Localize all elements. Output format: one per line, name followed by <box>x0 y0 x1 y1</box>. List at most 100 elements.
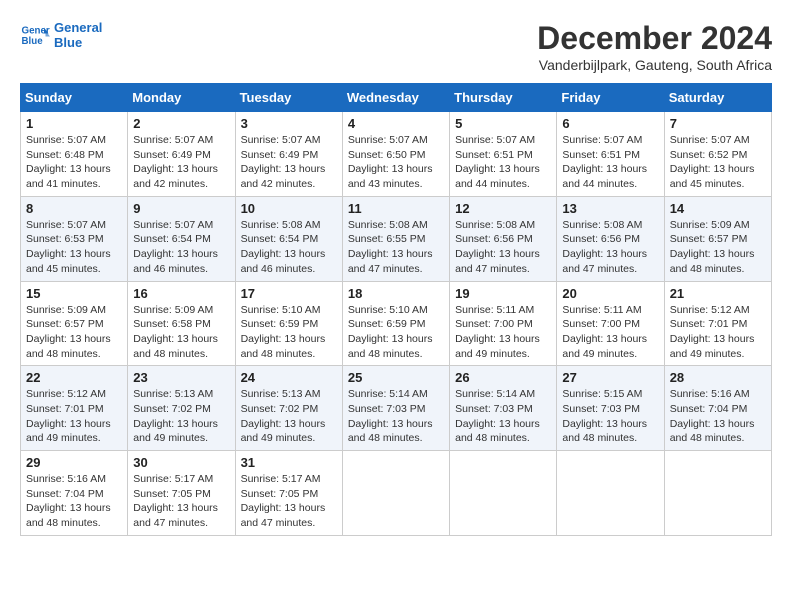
weekday-header-tuesday: Tuesday <box>235 84 342 112</box>
logo-general: General <box>54 20 102 35</box>
calendar-cell: 26Sunrise: 5:14 AMSunset: 7:03 PMDayligh… <box>450 366 557 451</box>
calendar-cell: 2Sunrise: 5:07 AMSunset: 6:49 PMDaylight… <box>128 112 235 197</box>
day-number: 12 <box>455 201 551 216</box>
calendar-cell: 15 Sunrise: 5:09 AMSunset: 6:57 PMDayligh… <box>21 281 128 366</box>
day-info: Sunrise: 5:14 AMSunset: 7:03 PMDaylight:… <box>455 387 551 446</box>
calendar-cell: 21 Sunrise: 5:12 AMSunset: 7:01 PMDayligh… <box>664 281 771 366</box>
weekday-header-friday: Friday <box>557 84 664 112</box>
day-info: Sunrise: 5:08 AMSunset: 6:56 PMDaylight:… <box>455 218 551 277</box>
day-info: Sunrise: 5:10 AMSunset: 6:59 PMDaylight:… <box>241 303 337 362</box>
day-info: Sunrise: 5:12 AMSunset: 7:01 PMDaylight:… <box>670 303 766 362</box>
day-info: Sunrise: 5:14 AMSunset: 7:03 PMDaylight:… <box>348 387 444 446</box>
day-info: Sunrise: 5:15 AMSunset: 7:03 PMDaylight:… <box>562 387 658 446</box>
calendar-cell: 31 Sunrise: 5:17 AMSunset: 7:05 PMDayligh… <box>235 451 342 536</box>
calendar-cell: 19Sunrise: 5:11 AMSunset: 7:00 PMDayligh… <box>450 281 557 366</box>
day-info: Sunrise: 5:13 AMSunset: 7:02 PMDaylight:… <box>133 387 229 446</box>
calendar-cell: 5 Sunrise: 5:07 AMSunset: 6:51 PMDaylight… <box>450 112 557 197</box>
day-number: 31 <box>241 455 337 470</box>
day-info: Sunrise: 5:09 AMSunset: 6:57 PMDaylight:… <box>670 218 766 277</box>
day-number: 15 <box>26 286 122 301</box>
calendar-cell: 8 Sunrise: 5:07 AMSunset: 6:53 PMDaylight… <box>21 196 128 281</box>
day-info: Sunrise: 5:07 AMSunset: 6:49 PMDaylight:… <box>241 133 337 192</box>
day-number: 27 <box>562 370 658 385</box>
location: Vanderbijlpark, Gauteng, South Africa <box>537 57 772 73</box>
week-row-5: 29 Sunrise: 5:16 AMSunset: 7:04 PMDayligh… <box>21 451 772 536</box>
day-info: Sunrise: 5:10 AMSunset: 6:59 PMDaylight:… <box>348 303 444 362</box>
logo-blue: Blue <box>54 35 102 50</box>
calendar-cell: 6 Sunrise: 5:07 AMSunset: 6:51 PMDaylight… <box>557 112 664 197</box>
day-number: 17 <box>241 286 337 301</box>
day-number: 6 <box>562 116 658 131</box>
day-info: Sunrise: 5:11 AMSunset: 7:00 PMDaylight:… <box>562 303 658 362</box>
day-number: 2 <box>133 116 229 131</box>
day-number: 4 <box>348 116 444 131</box>
weekday-header-monday: Monday <box>128 84 235 112</box>
day-number: 8 <box>26 201 122 216</box>
day-info: Sunrise: 5:07 AMSunset: 6:51 PMDaylight:… <box>562 133 658 192</box>
day-number: 18 <box>348 286 444 301</box>
calendar-cell: 30 Sunrise: 5:17 AMSunset: 7:05 PMDayligh… <box>128 451 235 536</box>
calendar-cell: 11 Sunrise: 5:08 AMSunset: 6:55 PMDayligh… <box>342 196 449 281</box>
day-info: Sunrise: 5:09 AMSunset: 6:57 PMDaylight:… <box>26 303 122 362</box>
calendar-cell: 29 Sunrise: 5:16 AMSunset: 7:04 PMDayligh… <box>21 451 128 536</box>
day-number: 5 <box>455 116 551 131</box>
page-header: General Blue General Blue December 2024 … <box>20 20 772 73</box>
day-number: 11 <box>348 201 444 216</box>
day-info: Sunrise: 5:16 AMSunset: 7:04 PMDaylight:… <box>26 472 122 531</box>
day-number: 9 <box>133 201 229 216</box>
calendar-cell: 3Sunrise: 5:07 AMSunset: 6:49 PMDaylight… <box>235 112 342 197</box>
day-info: Sunrise: 5:07 AMSunset: 6:54 PMDaylight:… <box>133 218 229 277</box>
day-info: Sunrise: 5:17 AMSunset: 7:05 PMDaylight:… <box>241 472 337 531</box>
week-row-3: 15 Sunrise: 5:09 AMSunset: 6:57 PMDayligh… <box>21 281 772 366</box>
day-number: 28 <box>670 370 766 385</box>
calendar-cell: 13 Sunrise: 5:08 AMSunset: 6:56 PMDayligh… <box>557 196 664 281</box>
day-info: Sunrise: 5:11 AMSunset: 7:00 PMDaylight:… <box>455 303 551 362</box>
day-number: 25 <box>348 370 444 385</box>
day-number: 21 <box>670 286 766 301</box>
day-number: 7 <box>670 116 766 131</box>
day-info: Sunrise: 5:08 AMSunset: 6:55 PMDaylight:… <box>348 218 444 277</box>
day-number: 13 <box>562 201 658 216</box>
calendar-cell: 27 Sunrise: 5:15 AMSunset: 7:03 PMDayligh… <box>557 366 664 451</box>
calendar-cell: 17 Sunrise: 5:10 AMSunset: 6:59 PMDayligh… <box>235 281 342 366</box>
day-number: 29 <box>26 455 122 470</box>
calendar-cell: 24 Sunrise: 5:13 AMSunset: 7:02 PMDayligh… <box>235 366 342 451</box>
calendar-cell: 18 Sunrise: 5:10 AMSunset: 6:59 PMDayligh… <box>342 281 449 366</box>
calendar-cell <box>664 451 771 536</box>
day-number: 30 <box>133 455 229 470</box>
calendar-cell <box>557 451 664 536</box>
weekday-header-saturday: Saturday <box>664 84 771 112</box>
calendar-cell: 14Sunrise: 5:09 AMSunset: 6:57 PMDayligh… <box>664 196 771 281</box>
month-title: December 2024 <box>537 20 772 57</box>
day-number: 22 <box>26 370 122 385</box>
calendar-cell: 4 Sunrise: 5:07 AMSunset: 6:50 PMDaylight… <box>342 112 449 197</box>
day-info: Sunrise: 5:07 AMSunset: 6:53 PMDaylight:… <box>26 218 122 277</box>
calendar-cell: 1Sunrise: 5:07 AMSunset: 6:48 PMDaylight… <box>21 112 128 197</box>
calendar-cell: 22Sunrise: 5:12 AMSunset: 7:01 PMDayligh… <box>21 366 128 451</box>
day-number: 20 <box>562 286 658 301</box>
day-info: Sunrise: 5:08 AMSunset: 6:54 PMDaylight:… <box>241 218 337 277</box>
svg-text:Blue: Blue <box>22 36 44 47</box>
day-number: 16 <box>133 286 229 301</box>
calendar-cell: 16Sunrise: 5:09 AMSunset: 6:58 PMDayligh… <box>128 281 235 366</box>
calendar-cell: 25 Sunrise: 5:14 AMSunset: 7:03 PMDayligh… <box>342 366 449 451</box>
day-info: Sunrise: 5:07 AMSunset: 6:50 PMDaylight:… <box>348 133 444 192</box>
calendar-cell: 20 Sunrise: 5:11 AMSunset: 7:00 PMDayligh… <box>557 281 664 366</box>
day-info: Sunrise: 5:07 AMSunset: 6:48 PMDaylight:… <box>26 133 122 192</box>
calendar-cell <box>342 451 449 536</box>
day-info: Sunrise: 5:13 AMSunset: 7:02 PMDaylight:… <box>241 387 337 446</box>
logo-icon: General Blue <box>20 20 50 50</box>
calendar-cell: 7Sunrise: 5:07 AMSunset: 6:52 PMDaylight… <box>664 112 771 197</box>
day-number: 10 <box>241 201 337 216</box>
week-row-2: 8 Sunrise: 5:07 AMSunset: 6:53 PMDaylight… <box>21 196 772 281</box>
calendar-cell: 10 Sunrise: 5:08 AMSunset: 6:54 PMDayligh… <box>235 196 342 281</box>
title-block: December 2024 Vanderbijlpark, Gauteng, S… <box>537 20 772 73</box>
weekday-header-sunday: Sunday <box>21 84 128 112</box>
day-number: 24 <box>241 370 337 385</box>
calendar-table: SundayMondayTuesdayWednesdayThursdayFrid… <box>20 83 772 536</box>
day-info: Sunrise: 5:08 AMSunset: 6:56 PMDaylight:… <box>562 218 658 277</box>
week-row-1: 1Sunrise: 5:07 AMSunset: 6:48 PMDaylight… <box>21 112 772 197</box>
day-info: Sunrise: 5:17 AMSunset: 7:05 PMDaylight:… <box>133 472 229 531</box>
weekday-header-wednesday: Wednesday <box>342 84 449 112</box>
day-info: Sunrise: 5:07 AMSunset: 6:51 PMDaylight:… <box>455 133 551 192</box>
